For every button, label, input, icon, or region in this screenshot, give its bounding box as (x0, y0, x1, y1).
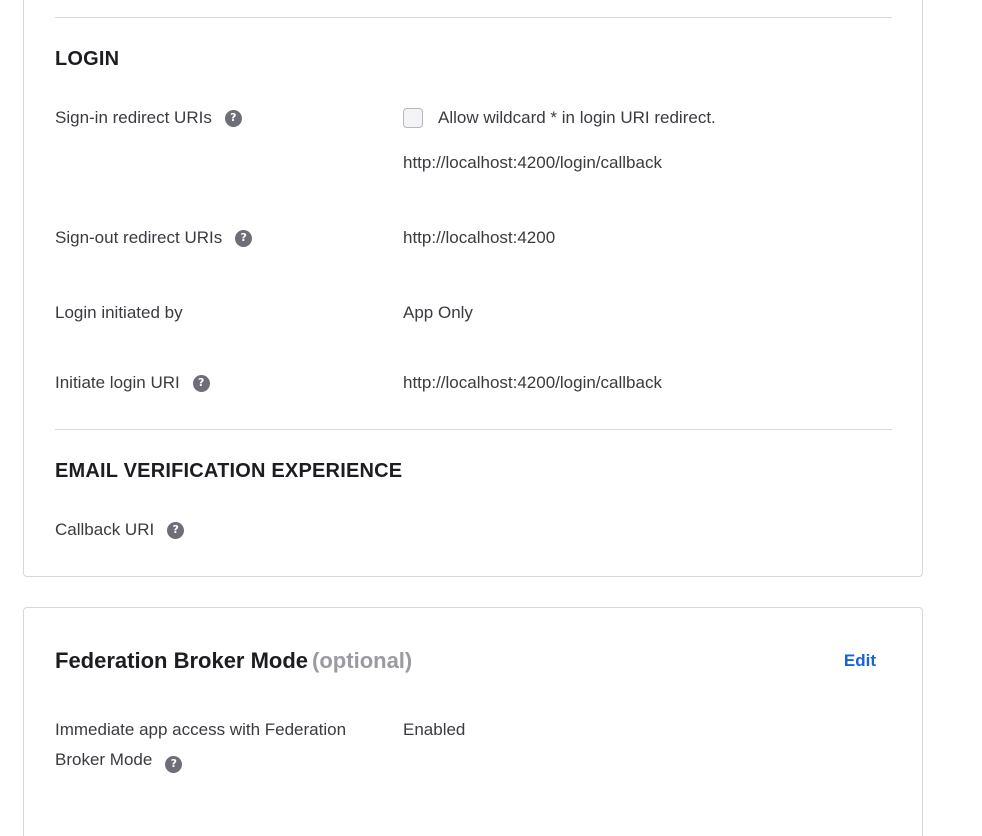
help-icon[interactable]: ? (235, 229, 253, 247)
immediate-access-value: Enabled (403, 720, 466, 739)
initiate-login-uri-value: http://localhost:4200/login/callback (403, 373, 662, 392)
sign-in-redirect-label: Sign-in redirect URIs ? (55, 103, 242, 133)
help-icon[interactable]: ? (224, 109, 242, 127)
wildcard-checkbox-label: Allow wildcard * in login URI redirect. (438, 108, 716, 127)
initiate-login-uri-label-text: Initiate login URI (55, 373, 180, 392)
wildcard-checkbox[interactable] (403, 108, 423, 128)
login-section-title: LOGIN (55, 48, 120, 70)
login-initiated-by-label-text: Login initiated by (55, 303, 183, 322)
email-verification-section-title: EMAIL VERIFICATION EXPERIENCE (55, 460, 403, 482)
callback-uri-label: Callback URI ? (55, 515, 185, 545)
sign-out-redirect-value: http://localhost:4200 (403, 228, 556, 247)
login-initiated-by-value: App Only (403, 303, 473, 322)
callback-uri-label-text: Callback URI (55, 520, 155, 539)
sign-out-redirect-label: Sign-out redirect URIs ? (55, 223, 253, 253)
federation-broker-title: Federation Broker Mode (optional) (55, 648, 412, 674)
help-icon[interactable]: ? (165, 755, 183, 773)
sign-out-redirect-label-text: Sign-out redirect URIs (55, 228, 223, 247)
top-divider (55, 17, 892, 18)
section-divider (55, 429, 892, 430)
immediate-access-label-line1: Immediate app access with Federation (55, 720, 347, 739)
help-icon[interactable]: ? (167, 521, 185, 539)
sign-in-redirect-value: http://localhost:4200/login/callback (403, 153, 662, 172)
initiate-login-uri-label: Initiate login URI ? (55, 368, 210, 398)
login-initiated-by-label: Login initiated by (55, 298, 183, 328)
federation-broker-title-text: Federation Broker Mode (55, 648, 309, 673)
sign-in-redirect-label-text: Sign-in redirect URIs (55, 108, 212, 127)
edit-button[interactable]: Edit (844, 651, 876, 671)
federation-broker-card: Federation Broker Mode (optional) Edit Im… (23, 607, 923, 836)
login-settings-card: LOGIN Sign-in redirect URIs ? Allow wild… (23, 0, 923, 577)
immediate-access-label: Immediate app access with Federation Bro… (55, 715, 375, 775)
wildcard-checkbox-row[interactable]: Allow wildcard * in login URI redirect. (403, 103, 716, 133)
help-icon[interactable]: ? (192, 374, 210, 392)
optional-tag: (optional) (312, 648, 413, 673)
immediate-access-label-line2: Broker Mode (55, 750, 153, 769)
immediate-access-label-line2-row: Broker Mode? (55, 745, 375, 775)
